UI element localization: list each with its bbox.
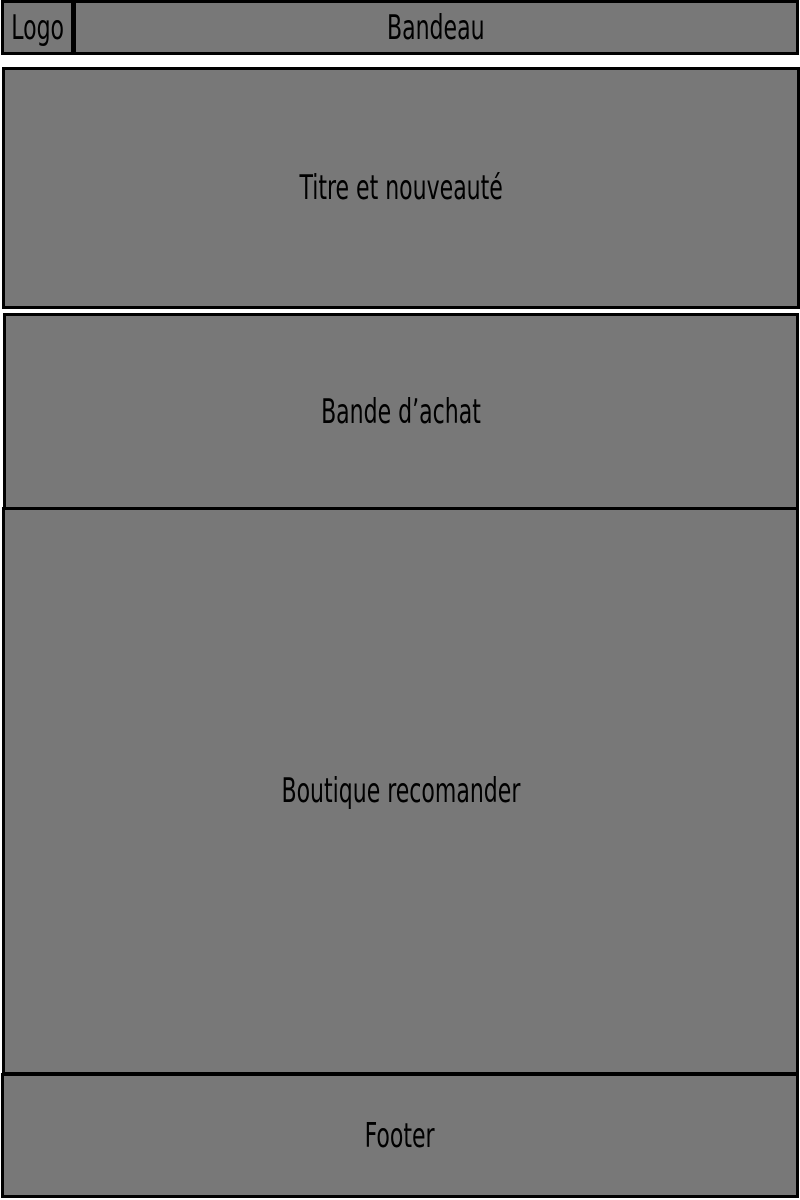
title-section-block: Titre et nouveauté xyxy=(2,67,800,309)
logo-block: Logo xyxy=(1,0,76,55)
footer-block: Footer xyxy=(1,1073,799,1198)
banner-block: Bandeau xyxy=(73,0,799,55)
purchase-band-block: Bande d’achat xyxy=(3,313,799,511)
title-section-label: Titre et nouveauté xyxy=(299,168,503,208)
banner-label: Bandeau xyxy=(387,7,485,48)
recommended-shop-label: Boutique recomander xyxy=(281,771,520,811)
purchase-band-label: Bande d’achat xyxy=(321,392,481,432)
logo-label: Logo xyxy=(11,7,64,48)
footer-label: Footer xyxy=(365,1115,435,1156)
recommended-shop-block: Boutique recomander xyxy=(2,507,799,1075)
